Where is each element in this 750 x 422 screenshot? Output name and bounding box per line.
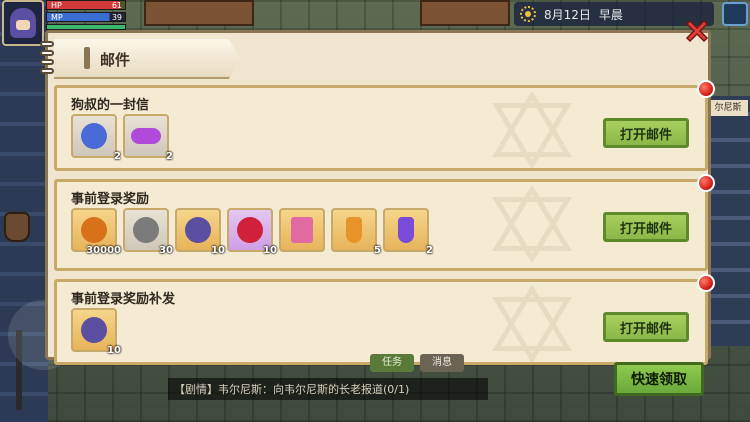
quick-claim-button[interactable]: 快速领取: [614, 362, 704, 396]
quest-tracker[interactable]: 【剧情】韦尔尼斯：向韦尔尼斯的长老报道(0/1): [168, 378, 488, 400]
shop-sign: 尔尼斯: [708, 100, 748, 116]
menu-icon[interactable]: [722, 2, 748, 26]
orange-potion-icon: [346, 217, 362, 243]
reward-item[interactable]: 30: [123, 208, 173, 256]
wooden-shelf: [144, 0, 254, 26]
hp-bar: HP 61: [46, 0, 126, 10]
gold-coin-icon: [81, 217, 107, 243]
close-button[interactable]: [682, 16, 712, 46]
right-building: [706, 96, 750, 346]
star-watermark-icon: [492, 92, 572, 168]
item-count: 5: [374, 245, 381, 256]
item-count: 2: [166, 151, 173, 162]
reward-item[interactable]: 5: [331, 208, 381, 256]
silver-coin-icon: [133, 217, 159, 243]
reward-items: 22: [71, 114, 173, 162]
purple-potion-icon: [398, 217, 414, 243]
mail-row: 事前登录奖励补发 10 打开邮件: [54, 274, 715, 365]
mp-label: MP: [51, 13, 63, 22]
star-watermark-icon: [492, 186, 572, 262]
hp-value: 61: [111, 1, 122, 10]
unread-dot: [697, 80, 715, 98]
item-count: 10: [211, 245, 225, 256]
stat-bars: HP 61 MP 39: [46, 0, 126, 32]
sun-icon: [520, 6, 536, 22]
hp-label: HP: [51, 1, 62, 10]
reward-item[interactable]: 10: [71, 308, 121, 356]
reward-item[interactable]: 2: [383, 208, 433, 256]
unread-dot: [697, 274, 715, 292]
tab-task[interactable]: 任务: [370, 354, 414, 372]
mp-bar: MP 39: [46, 12, 126, 22]
unread-dot: [697, 174, 715, 192]
reward-item[interactable]: 10: [227, 208, 277, 256]
open-mail-button[interactable]: 打开邮件: [603, 118, 689, 148]
blue-scepter-icon: [81, 123, 107, 149]
player-avatar[interactable]: [2, 0, 44, 46]
open-mail-button[interactable]: 打开邮件: [603, 212, 689, 242]
heart-card-icon: [291, 217, 313, 243]
panel-title: 邮件: [100, 51, 131, 69]
wooden-shelf: [420, 0, 510, 26]
tab-message[interactable]: 消息: [420, 354, 464, 372]
close-icon: [685, 19, 709, 43]
mail-title: 事前登录奖励补发: [71, 292, 176, 307]
mail-panel: 邮件 狗叔的一封信 2 2 打开邮件 事前登录奖励 30000 30 10 10 5 2 打开邮件 事前…: [40, 30, 715, 365]
red-flower-icon: [237, 217, 263, 243]
time-of-day-text: 早晨: [598, 7, 623, 22]
character-token-icon: [185, 217, 211, 243]
reward-item[interactable]: 30000: [71, 208, 121, 256]
reward-item[interactable]: 10: [175, 208, 225, 256]
purple-capsule-icon: [131, 128, 161, 144]
item-count: 2: [114, 151, 121, 162]
avatar-face: [10, 8, 36, 38]
star-watermark-icon: [492, 286, 572, 362]
open-mail-button[interactable]: 打开邮件: [603, 312, 689, 342]
character-token-icon: [81, 317, 107, 343]
mp-value: 39: [111, 13, 122, 22]
clay-pot: [4, 212, 30, 242]
panel-title-tab: 邮件: [54, 39, 240, 79]
quest-text: 【剧情】韦尔尼斯：向韦尔尼斯的长老报道(0/1): [174, 383, 410, 396]
mail-title: 狗叔的一封信: [71, 98, 150, 113]
reward-items: 30000 30 10 10 5 2: [71, 208, 433, 256]
item-count: 30000: [86, 245, 121, 256]
item-count: 30: [159, 245, 173, 256]
mail-row: 事前登录奖励 30000 30 10 10 5 2 打开邮件: [54, 174, 715, 271]
reward-item[interactable]: [279, 208, 325, 252]
mail-row: 狗叔的一封信 2 2 打开邮件: [54, 80, 715, 171]
notebook-spiral: [40, 41, 54, 81]
mail-title: 事前登录奖励: [71, 192, 150, 207]
date-text: 8月12日: [544, 7, 591, 22]
item-count: 10: [107, 345, 121, 356]
reward-items: 10: [71, 308, 121, 356]
reward-item[interactable]: 2: [123, 114, 173, 162]
mail-list: 狗叔的一封信 2 2 打开邮件 事前登录奖励 30000 30 10 10 5 2 打开邮件 事前登录奖…: [54, 80, 715, 373]
item-count: 10: [263, 245, 277, 256]
item-count: 2: [426, 245, 433, 256]
reward-item[interactable]: 2: [71, 114, 121, 162]
